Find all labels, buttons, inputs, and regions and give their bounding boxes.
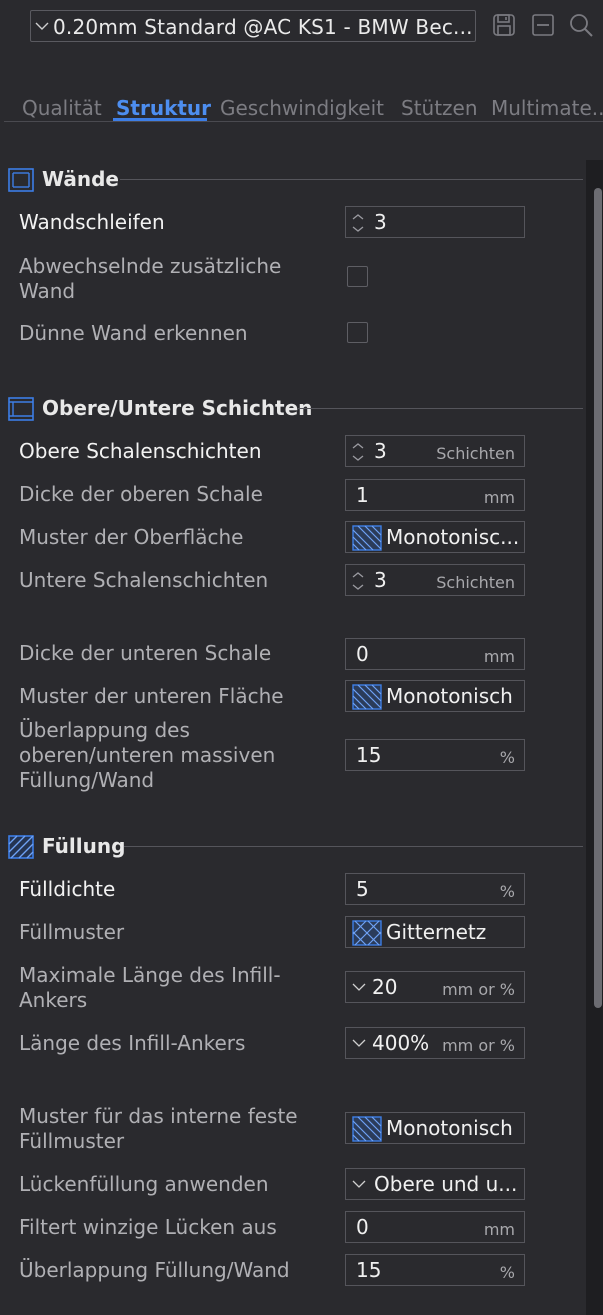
wall-loops-spinner[interactable]: 3 (345, 206, 525, 238)
save-icon[interactable] (492, 13, 516, 37)
spinner-arrows-icon[interactable] (350, 440, 366, 464)
alt-extra-wall-checkbox[interactable] (347, 266, 368, 287)
unit-label: % (499, 748, 515, 767)
infill-pattern-value: Gitternetz (386, 920, 487, 944)
preset-toolbar: 0.20mm Standard @AC KS1 - BMW Bec... (0, 0, 603, 60)
section-walls-header: Wände (8, 166, 583, 194)
tab-multimaterial[interactable]: Multimate.. (491, 96, 603, 120)
max-anchor-label: Maximale Länge des Infill-Ankers (19, 963, 281, 1012)
bottom-shell-layers-label: Untere Schalenschichten (19, 568, 269, 592)
search-icon[interactable] (569, 13, 593, 37)
unit-label: mm or % (442, 980, 515, 999)
infill-density-label: Fülldichte (19, 877, 116, 901)
grid-pattern-icon (352, 920, 382, 946)
bottom-shell-thickness-value: 0 (356, 642, 369, 666)
chevron-down-icon[interactable] (352, 1038, 366, 1048)
infill-density-input[interactable]: 5 % (345, 873, 525, 905)
unit-label: mm (483, 1220, 515, 1239)
tab-speed[interactable]: Geschwindigkeit (220, 96, 384, 120)
top-surface-pattern-value: Monotonisc... (386, 525, 520, 549)
section-top-bottom-header: Obere/Untere Schichten (8, 395, 583, 423)
internal-solid-pattern-label: Muster für das interne feste Füllmuster (19, 1104, 298, 1153)
spinner-arrows-icon[interactable] (350, 569, 366, 593)
max-anchor-combobox[interactable]: 20 mm or % (345, 971, 525, 1003)
monotonic-pattern-icon (352, 525, 382, 551)
unit-label: Schichten (436, 444, 515, 463)
section-infill-header: Füllung (8, 833, 583, 861)
shell-overlap-value: 15 (356, 743, 382, 767)
internal-solid-pattern-dropdown[interactable]: Monotonisch (345, 1112, 525, 1144)
tabs-divider (4, 121, 603, 122)
settings-tabs: Qualität Struktur Geschwindigkeit Stütze… (0, 92, 603, 122)
anchor-length-combobox[interactable]: 400% mm or % (345, 1027, 525, 1059)
tab-structure[interactable]: Struktur (116, 96, 211, 120)
unit-label: Schichten (436, 573, 515, 592)
preset-label: 0.20mm Standard @AC KS1 - BMW Bec... (53, 15, 473, 39)
minus-box-icon[interactable] (531, 13, 555, 37)
infill-density-value: 5 (356, 877, 369, 901)
top-surface-pattern-dropdown[interactable]: Monotonisc... (345, 521, 525, 553)
shell-overlap-input[interactable]: 15 % (345, 739, 525, 771)
section-divider (124, 846, 583, 847)
filter-gaps-label: Filtert winzige Lücken aus (19, 1215, 277, 1239)
internal-solid-pattern-value: Monotonisch (386, 1116, 513, 1140)
bottom-shell-thickness-label: Dicke der unteren Schale (19, 641, 272, 665)
top-shell-layers-value: 3 (374, 439, 387, 463)
top-shell-layers-label: Obere Schalenschichten (19, 439, 262, 463)
max-anchor-value: 20 (372, 975, 398, 999)
detect-thin-wall-label: Dünne Wand erkennen (19, 321, 248, 345)
unit-label: % (499, 1263, 515, 1282)
walls-icon (8, 168, 34, 192)
bottom-shell-thickness-input[interactable]: 0 mm (345, 638, 525, 670)
preset-dropdown[interactable]: 0.20mm Standard @AC KS1 - BMW Bec... (30, 10, 476, 42)
section-infill-title: Füllung (42, 834, 126, 858)
spinner-arrows-icon[interactable] (350, 211, 366, 235)
shell-layers-icon (8, 397, 34, 421)
bottom-surface-pattern-label: Muster der unteren Fläche (19, 684, 284, 708)
scrollbar-thumb[interactable] (594, 188, 602, 1008)
top-shell-layers-spinner[interactable]: 3 Schichten (345, 435, 525, 467)
section-divider (120, 179, 583, 180)
section-top-bottom-title: Obere/Untere Schichten (42, 396, 313, 420)
bottom-shell-layers-spinner[interactable]: 3 Schichten (345, 564, 525, 596)
top-shell-thickness-input[interactable]: 1 mm (345, 479, 525, 511)
infill-pattern-label: Füllmuster (19, 920, 125, 944)
section-walls-title: Wände (42, 167, 119, 191)
monotonic-pattern-icon (352, 1116, 382, 1142)
tab-quality[interactable]: Qualität (22, 96, 102, 120)
bottom-shell-layers-value: 3 (374, 568, 387, 592)
detect-thin-wall-checkbox[interactable] (347, 322, 368, 343)
chevron-down-icon (35, 22, 49, 30)
gap-fill-dropdown[interactable]: Obere und u... (345, 1168, 525, 1200)
filter-gaps-value: 0 (356, 1215, 369, 1239)
anchor-length-value: 400% (372, 1031, 430, 1055)
infill-icon (8, 835, 34, 859)
unit-label: mm or % (442, 1036, 515, 1055)
gap-fill-value: Obere und u... (374, 1172, 518, 1196)
unit-label: mm (483, 647, 515, 666)
chevron-down-icon[interactable] (352, 982, 366, 992)
section-divider (298, 408, 583, 409)
bottom-surface-pattern-dropdown[interactable]: Monotonisch (345, 680, 525, 712)
alt-extra-wall-label: Abwechselnde zusätzliche Wand (19, 254, 282, 303)
monotonic-pattern-icon (352, 684, 382, 710)
filter-gaps-input[interactable]: 0 mm (345, 1211, 525, 1243)
wall-loops-label: Wandschleifen (19, 210, 165, 234)
infill-wall-overlap-label: Überlappung Füllung/Wand (19, 1258, 290, 1282)
top-shell-thickness-label: Dicke der oberen Schale (19, 482, 263, 506)
top-surface-pattern-label: Muster der Oberfläche (19, 525, 244, 549)
infill-pattern-dropdown[interactable]: Gitternetz (345, 916, 525, 948)
chevron-down-icon[interactable] (352, 1179, 366, 1189)
unit-label: % (499, 882, 515, 901)
shell-overlap-label: Überlappung des oberen/unteren massiven … (19, 718, 276, 792)
tab-supports[interactable]: Stützen (401, 96, 478, 120)
infill-wall-overlap-input[interactable]: 15 % (345, 1254, 525, 1286)
wall-loops-value: 3 (374, 210, 387, 234)
top-shell-thickness-value: 1 (356, 483, 369, 507)
infill-wall-overlap-value: 15 (356, 1258, 382, 1282)
anchor-length-label: Länge des Infill-Ankers (19, 1031, 246, 1055)
gap-fill-label: Lückenfüllung anwenden (19, 1172, 269, 1196)
bottom-surface-pattern-value: Monotonisch (386, 684, 513, 708)
unit-label: mm (483, 488, 515, 507)
